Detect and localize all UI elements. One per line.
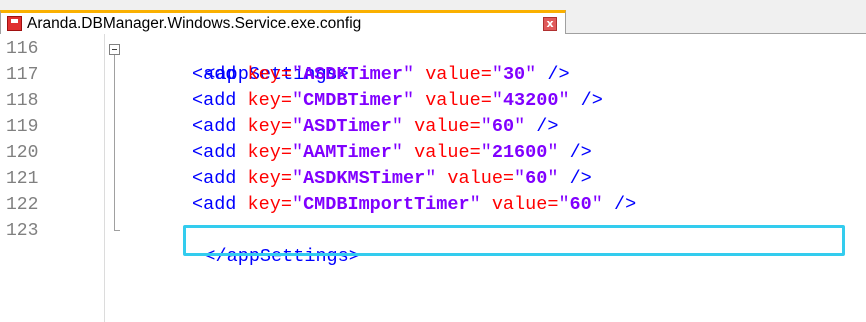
line-number: 119: [6, 117, 39, 137]
line-number: 122: [6, 195, 39, 215]
close-tab-icon[interactable]: x: [543, 16, 557, 31]
code-line-117: <add key="ASDKTimer" value="30" />: [192, 64, 570, 85]
code-line-116: <appSettings>: [204, 64, 349, 85]
tab-strip: Aranda.DBManager.Windows.Service.exe.con…: [0, 0, 866, 34]
code-line-122: <add key="CMDBImportTimer" value="60" />: [192, 194, 637, 215]
highlight-box: [183, 225, 845, 256]
tab-config-file[interactable]: Aranda.DBManager.Windows.Service.exe.con…: [0, 10, 566, 34]
line-number: 118: [6, 91, 39, 111]
code-line-118: <add key="CMDBTimer" value="43200" />: [192, 90, 603, 111]
line-number: 121: [6, 169, 39, 189]
fold-end-marker: [114, 230, 120, 231]
code-line-121: <add key="ASDKMSTimer" value="60" />: [192, 168, 592, 189]
fold-guide-line: [114, 55, 115, 230]
code-line-119: <add key="ASDTimer" value="60" />: [192, 116, 559, 137]
code-editor[interactable]: 116 117 118 119 120 121 122 123 <appSett…: [0, 34, 866, 322]
line-number: 123: [6, 221, 39, 241]
line-number: 116: [6, 39, 39, 59]
line-number: 120: [6, 143, 39, 163]
tab-title: Aranda.DBManager.Windows.Service.exe.con…: [27, 14, 362, 32]
code-line-120: <add key="AAMTimer" value="21600" />: [192, 142, 592, 163]
save-disk-icon: [7, 16, 22, 31]
fold-collapse-icon[interactable]: [109, 44, 120, 55]
line-number-gutter: 116 117 118 119 120 121 122 123: [0, 34, 105, 322]
line-number: 117: [6, 65, 39, 85]
